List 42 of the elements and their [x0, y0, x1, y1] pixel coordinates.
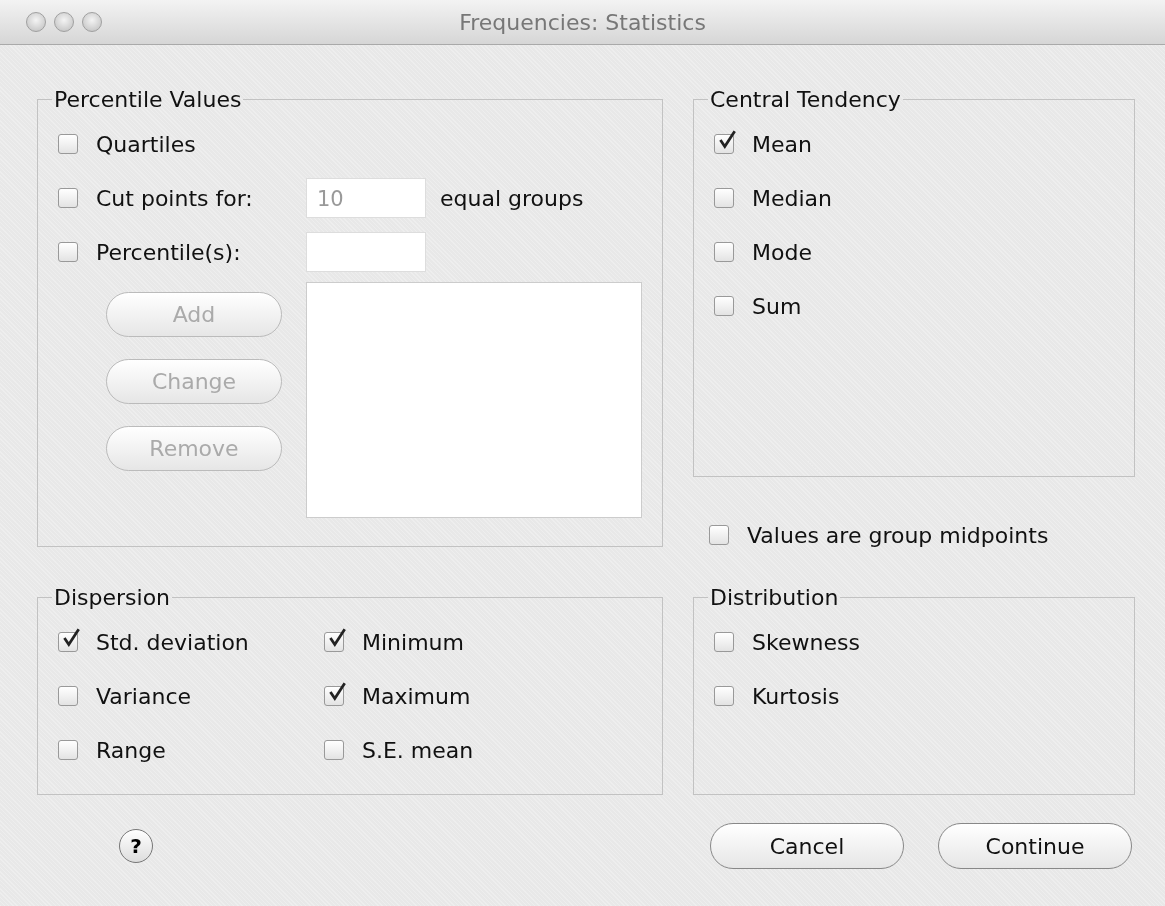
- input-field[interactable]: [306, 232, 426, 272]
- minimize-icon[interactable]: [54, 12, 74, 32]
- group-title: Central Tendency: [709, 87, 902, 112]
- checkbox-label: Mode: [752, 239, 812, 265]
- checkbox[interactable]: [58, 134, 78, 154]
- checkbox-label: Maximum: [362, 683, 471, 709]
- checkbox[interactable]: [58, 242, 78, 262]
- checkbox-label: Variance: [96, 683, 192, 709]
- help-button[interactable]: ?: [119, 829, 153, 863]
- dialog-button[interactable]: Continue: [938, 823, 1132, 869]
- checkbox[interactable]: [714, 188, 734, 208]
- checkbox-label: Sum: [752, 293, 802, 319]
- checkbox[interactable]: [58, 740, 78, 760]
- checkbox-label: Range: [96, 737, 166, 763]
- group-title: Dispersion: [53, 585, 172, 610]
- group-title: Distribution: [709, 585, 840, 610]
- checkbox-label: Cut points for:: [96, 185, 254, 211]
- checkbox[interactable]: [714, 296, 734, 316]
- checkbox-label: Minimum: [362, 629, 464, 655]
- checkbox[interactable]: [709, 525, 729, 545]
- checkbox-label: Values are group midpoints: [747, 522, 1049, 548]
- group-title: Percentile Values: [53, 87, 243, 112]
- checkbox[interactable]: [324, 740, 344, 760]
- checkbox-label: Skewness: [752, 629, 860, 655]
- checkbox-label: Std. deviation: [96, 629, 249, 655]
- percentile-list[interactable]: [306, 282, 642, 518]
- checkbox[interactable]: [714, 686, 734, 706]
- close-icon[interactable]: [26, 12, 46, 32]
- dialog-button[interactable]: Cancel: [710, 823, 904, 869]
- checkbox-label: Percentile(s):: [96, 239, 242, 265]
- checkbox[interactable]: [58, 188, 78, 208]
- checkbox-label: Quartiles: [96, 131, 196, 157]
- window-title: Frequencies: Statistics: [459, 9, 706, 35]
- checkbox[interactable]: [714, 632, 734, 652]
- field-label: equal groups: [440, 185, 584, 211]
- checkbox-label: Kurtosis: [752, 683, 840, 709]
- checkbox-label: S.E. mean: [362, 737, 474, 763]
- checkbox-label: Median: [752, 185, 833, 211]
- zoom-icon[interactable]: [82, 12, 102, 32]
- checkbox[interactable]: [714, 242, 734, 262]
- checkbox-label: Mean: [752, 131, 812, 157]
- checkbox[interactable]: [58, 686, 78, 706]
